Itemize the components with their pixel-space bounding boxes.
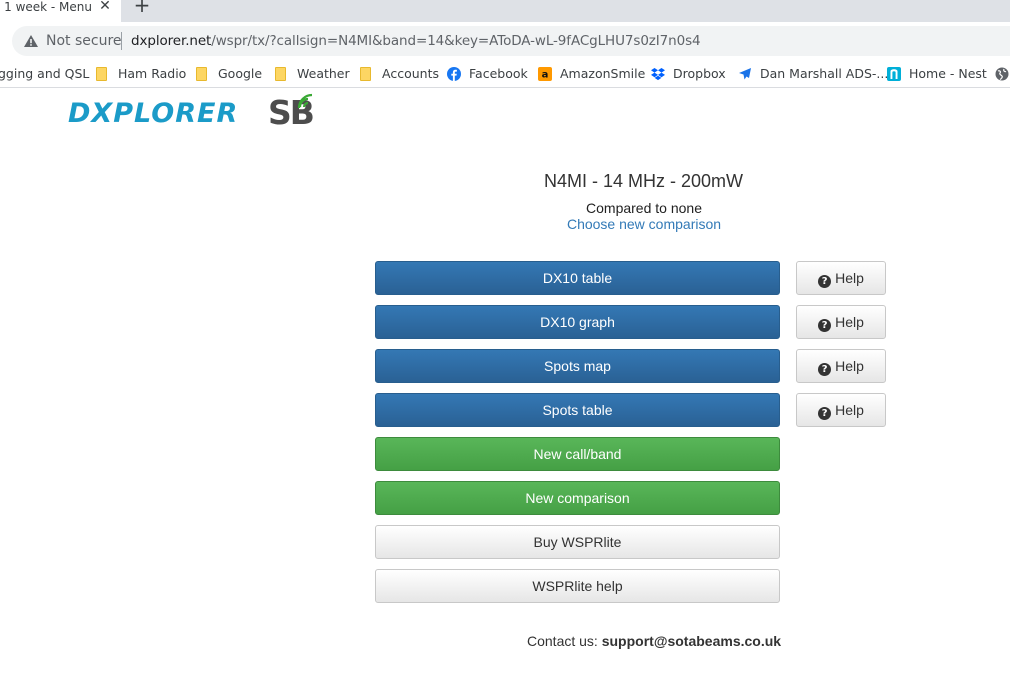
bookmark-ham-radio[interactable]: Ham Radio — [96, 65, 186, 83]
new-comparison-button[interactable]: New comparison — [375, 481, 780, 515]
bookmark-label: Dan Marshall ADS-... — [760, 66, 889, 81]
question-icon: ? — [818, 407, 832, 420]
buy-wsprlite-button[interactable]: Buy WSPRlite — [375, 525, 780, 559]
folder-icon — [275, 67, 286, 81]
bookmark-dan-marshall[interactable]: Dan Marshall ADS-... — [738, 65, 888, 83]
bookmark-home-nest[interactable]: Home - Nest — [887, 65, 987, 83]
dx10-graph-help-button[interactable]: ? Help — [796, 305, 886, 339]
contact-line: Contact us: support@sotabeams.co.uk — [527, 633, 781, 649]
bookmark-weather[interactable]: Weather — [275, 65, 350, 83]
close-icon[interactable]: ✕ — [98, 0, 112, 13]
bookmark-dropbox[interactable]: Dropbox — [651, 65, 726, 83]
help-label: Help — [835, 402, 864, 418]
question-icon: ? — [818, 363, 832, 376]
facebook-icon — [447, 67, 461, 81]
spots-table-help-button[interactable]: ? Help — [796, 393, 886, 427]
bookmark-facebook[interactable]: Facebook — [447, 65, 528, 83]
bookmark-label: Ham Radio — [118, 66, 187, 81]
dx10-table-button[interactable]: DX10 table — [375, 261, 780, 295]
amazon-icon: a — [538, 67, 552, 81]
dx10-table-help-button[interactable]: ? Help — [796, 261, 886, 295]
url-path: /wspr/tx/?callsign=N4MI&band=14&key=AToD… — [211, 33, 701, 49]
wsprlite-help-button[interactable]: WSPRlite help — [375, 569, 780, 603]
folder-icon — [96, 67, 107, 81]
contact-email-link[interactable]: support@sotabeams.co.uk — [602, 633, 781, 649]
nest-icon — [887, 67, 901, 81]
comparison-status: Compared to none — [586, 200, 702, 216]
bookmark-accounts[interactable]: Accounts — [360, 65, 439, 83]
logo-wordmark: DXPLORER — [68, 98, 239, 129]
question-icon: ? — [818, 275, 832, 288]
url-domain: dxplorer.net — [131, 33, 212, 49]
wireless-icon — [298, 93, 313, 109]
plane-icon — [739, 68, 751, 80]
help-label: Help — [835, 314, 864, 330]
bookmark-label: Google — [218, 66, 263, 81]
globe-icon — [995, 67, 1009, 81]
browser-tab[interactable]: z, 1 week - Menu ✕ — [0, 0, 121, 22]
spots-map-help-button[interactable]: ? Help — [796, 349, 886, 383]
bookmark-label: Accounts — [382, 66, 439, 81]
spots-map-button[interactable]: Spots map — [375, 349, 780, 383]
bookmark-amazonsmile[interactable]: a AmazonSmile — [538, 65, 645, 83]
page-title: N4MI - 14 MHz - 200mW — [544, 171, 744, 191]
bookmark-label: gging and QSL — [0, 66, 90, 81]
folder-icon — [196, 67, 207, 81]
tab-strip: z, 1 week - Menu ✕ + — [0, 0, 1010, 22]
dx10-graph-button[interactable]: DX10 graph — [375, 305, 780, 339]
dropbox-icon — [651, 68, 665, 81]
bookmark-label: AmazonSmile — [560, 66, 646, 81]
browser-toolbar: Not secure dxplorer.net/wspr/tx/?callsig… — [0, 22, 1010, 60]
tab-title: z, 1 week - Menu — [0, 0, 92, 14]
folder-icon — [360, 67, 371, 81]
url-separator — [121, 32, 122, 50]
bookmark-google[interactable]: Google — [196, 65, 262, 83]
warning-icon[interactable] — [24, 35, 38, 47]
url-text[interactable]: dxplorer.net/wspr/tx/?callsign=N4MI&band… — [131, 33, 701, 49]
dxplorer-logo[interactable]: DXPLORER SB — [68, 93, 320, 133]
choose-comparison-link[interactable]: Choose new comparison — [544, 216, 744, 232]
new-tab-icon[interactable]: + — [133, 0, 151, 15]
bookmark-label: Facebook — [469, 66, 528, 81]
svg-text:a: a — [542, 70, 549, 81]
new-call-band-button[interactable]: New call/band — [375, 437, 780, 471]
bookmark-label: Home - Nest — [909, 66, 987, 81]
security-label[interactable]: Not secure — [46, 33, 122, 49]
help-label: Help — [835, 270, 864, 286]
address-bar[interactable]: Not secure dxplorer.net/wspr/tx/?callsig… — [12, 26, 1010, 56]
question-icon: ? — [818, 319, 832, 332]
help-label: Help — [835, 358, 864, 374]
bookmark-label: Dropbox — [673, 66, 726, 81]
bookmark-logging-qsl[interactable]: gging and QSL — [0, 65, 89, 83]
bookmarks-bar: gging and QSL Ham Radio Google Weather A… — [0, 60, 1010, 88]
contact-label: Contact us: — [527, 633, 598, 649]
bookmark-label: Weather — [297, 66, 350, 81]
spots-table-button[interactable]: Spots table — [375, 393, 780, 427]
bookmark-globe[interactable] — [995, 65, 1010, 83]
